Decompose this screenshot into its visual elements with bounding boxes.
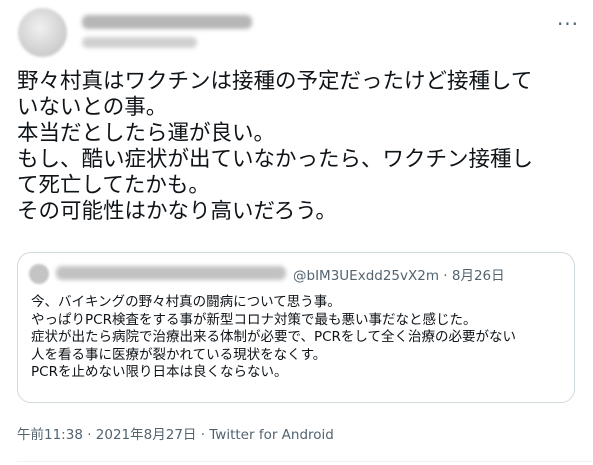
tweet-line: 野々村真はワクチンは接種の予定だったけど接種して [17, 69, 533, 94]
quoted-author-name-redacted [56, 266, 286, 280]
tweet-line: て死亡してたかも。 [17, 173, 210, 198]
quoted-handle: @bIM3UExdd25vX2m [293, 268, 439, 284]
author-handle-redacted[interactable] [82, 37, 197, 48]
quoted-line: PCRを止めない限り日本は良くならない。 [31, 364, 288, 380]
tweet-footer: 午前11:38 · 2021年8月27日 · Twitter for Andro… [17, 423, 334, 443]
quoted-tweet[interactable]: @bIM3UExdd25vX2m · 8月26日 今、バイキングの野々村真の闘病… [17, 252, 575, 403]
more-options-icon[interactable]: ··· [553, 11, 583, 37]
tweet-line: その可能性はかなり高いだろう。 [17, 199, 337, 224]
tweet-source-link[interactable]: Twitter for Android [209, 427, 334, 443]
author-name-redacted[interactable] [82, 15, 252, 29]
tweet-line: もし、酷い症状が出ていなかったら、ワクチン接種し [17, 147, 534, 172]
quoted-line: 人を看る事に医療が裂かれている現状をなくす。 [31, 346, 327, 363]
tweet-line: 本当だとしたら運が良い。 [17, 121, 276, 146]
quoted-line: 今、バイキングの野々村真の闘病について思う事。 [31, 294, 341, 310]
quoted-text: 今、バイキングの野々村真の闘病について思う事。 やっぱりPCR検査をする事が新型… [31, 294, 566, 382]
tweet-date[interactable]: 2021年8月27日 [96, 427, 197, 443]
avatar[interactable] [18, 8, 67, 57]
tweet-time[interactable]: 午前11:38 [17, 427, 83, 443]
quoted-date[interactable]: 8月26日 [452, 268, 505, 284]
footer-separator: · [82, 427, 96, 443]
tweet-text: 野々村真はワクチンは接種の予定だったけど接種して いないとの事。 本当だとしたら… [17, 69, 582, 225]
quoted-line: やっぱりPCR検査をする事が新型コロナ対策で最も悪い事だなと感じた。 [31, 311, 477, 328]
footer-separator: · [196, 427, 210, 443]
tweet-line: いないとの事。 [17, 95, 168, 120]
quoted-avatar [29, 264, 49, 284]
quoted-line: 症状が出たら病院で治療出来る体制が必要で、PCRをして全く治療の必要がない [31, 329, 517, 345]
quoted-separator: · [438, 268, 452, 284]
quoted-meta: @bIM3UExdd25vX2m · 8月26日 [293, 264, 505, 284]
divider [17, 461, 593, 462]
